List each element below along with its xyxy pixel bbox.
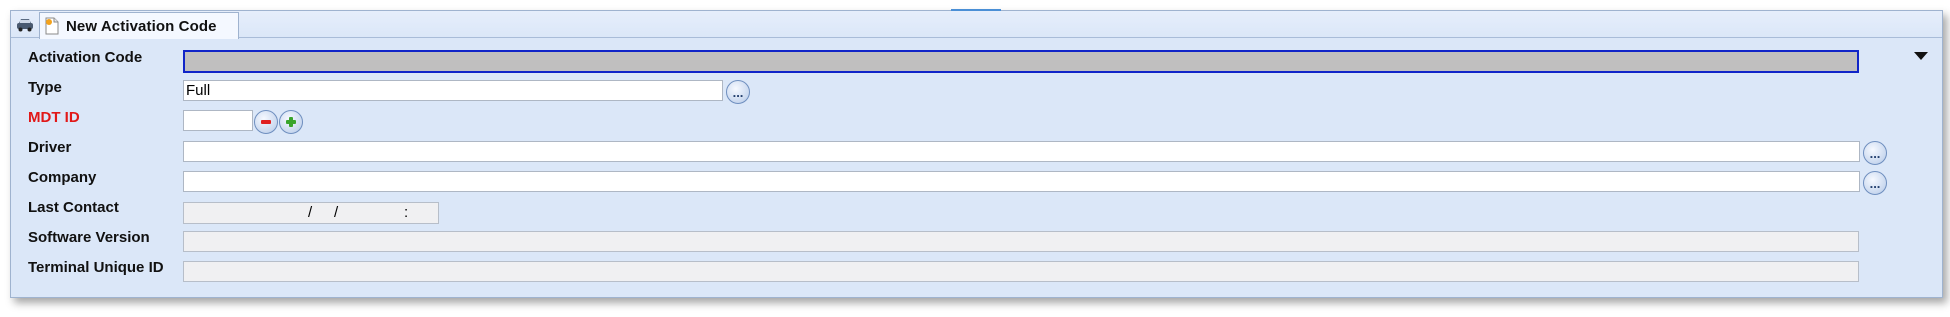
type-label: Type (28, 79, 62, 96)
plus-icon (286, 117, 296, 127)
minus-icon (261, 120, 271, 124)
driver-label: Driver (28, 139, 72, 156)
company-label: Company (28, 169, 97, 186)
driver-input[interactable] (183, 141, 1860, 162)
dropdown-arrow-icon[interactable] (1914, 52, 1928, 60)
form-window: New Activation Code Activation Code Type… (10, 9, 1943, 298)
software-version-label: Software Version (28, 229, 150, 246)
mdt-id-input[interactable] (183, 110, 253, 131)
new-document-icon (45, 17, 59, 35)
software-version-field (183, 231, 1859, 252)
date-separator: / (334, 204, 339, 221)
add-mdt-button[interactable] (279, 110, 303, 134)
tab-new-activation-code[interactable]: New Activation Code (39, 12, 239, 39)
mdt-id-label: MDT ID (28, 109, 80, 126)
tab-label: New Activation Code (66, 17, 217, 35)
type-input[interactable] (183, 80, 723, 101)
terminal-unique-id-field (183, 261, 1859, 282)
company-input[interactable] (183, 171, 1860, 192)
car-icon (17, 19, 33, 32)
activation-code-input[interactable] (183, 50, 1859, 73)
company-browse-button[interactable]: ... (1863, 171, 1887, 195)
tab-vehicle[interactable] (13, 13, 37, 37)
last-contact-label: Last Contact (28, 199, 119, 216)
date-separator: / (308, 204, 313, 221)
driver-browse-button[interactable]: ... (1863, 141, 1887, 165)
remove-mdt-button[interactable] (254, 110, 278, 134)
type-browse-button[interactable]: ... (726, 80, 750, 104)
terminal-unique-id-label: Terminal Unique ID (28, 259, 164, 276)
tab-strip: New Activation Code (11, 11, 1942, 39)
last-contact-datetime-field[interactable]: / / : (183, 202, 439, 224)
activation-code-label: Activation Code (28, 49, 143, 66)
time-separator: : (404, 204, 409, 221)
